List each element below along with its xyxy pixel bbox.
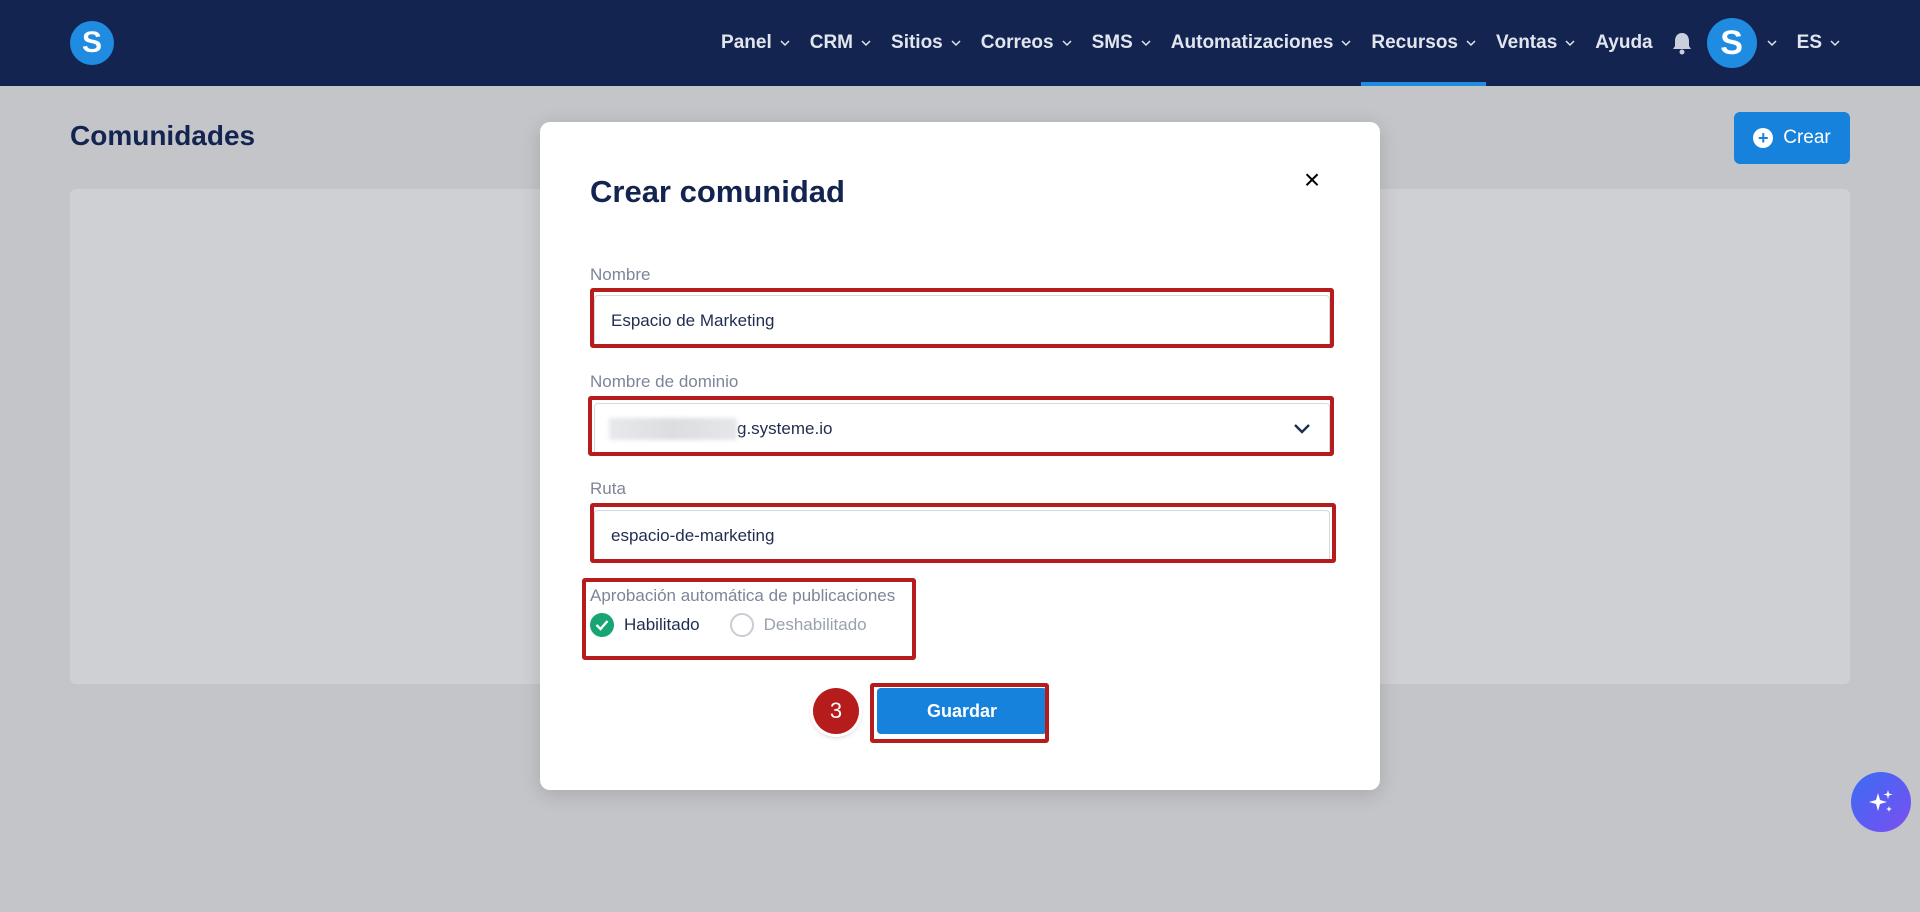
domain-select-value: g.systeme.io	[737, 419, 833, 438]
path-label: Ruta	[590, 479, 626, 498]
chevron-down-icon	[1341, 40, 1351, 47]
chevron-down-icon	[1141, 40, 1151, 47]
page-title: Comunidades	[70, 120, 256, 151]
top-navbar: S Panel CRM Sitios Correos SMS Automatiz…	[0, 0, 1920, 86]
nav-item-recursos[interactable]: Recursos	[1361, 0, 1486, 86]
name-label: Nombre	[590, 265, 651, 284]
chevron-down-icon	[1565, 40, 1575, 47]
path-input[interactable]: espacio-de-marketing	[594, 510, 1330, 562]
nav-item-label: CRM	[809, 32, 854, 53]
save-button[interactable]: Guardar	[877, 688, 1047, 734]
chevron-down-icon	[861, 40, 871, 47]
domain-select[interactable]: g.systeme.io	[594, 403, 1330, 455]
plus-circle-icon: +	[1753, 128, 1774, 148]
language-selector[interactable]: ES	[1787, 0, 1850, 86]
chevron-down-icon	[951, 40, 961, 47]
nav-item-panel[interactable]: Panel	[711, 0, 800, 86]
nav-item-correos[interactable]: Correos	[971, 0, 1082, 86]
modal-title: Crear comunidad	[590, 174, 845, 209]
create-button-label: Crear	[1783, 127, 1831, 148]
create-button[interactable]: + Crear	[1734, 112, 1850, 164]
chevron-down-icon	[1062, 40, 1072, 47]
radio-enabled[interactable]	[590, 613, 614, 637]
nav-item-ayuda[interactable]: Ayuda	[1585, 0, 1662, 86]
nav-item-label: Panel	[721, 32, 772, 53]
nav-item-label: Correos	[980, 32, 1054, 53]
nav-item-label: SMS	[1091, 32, 1133, 53]
radio-disabled[interactable]	[729, 613, 754, 637]
chevron-down-icon	[1294, 424, 1310, 434]
name-input-value: Espacio de Marketing	[611, 311, 775, 330]
step-number-badge: 3	[813, 688, 859, 734]
nav-item-label: Automatizaciones	[1170, 32, 1334, 53]
chevron-down-icon	[1767, 40, 1777, 47]
main-nav: Panel CRM Sitios Correos SMS Automatizac…	[711, 0, 1850, 86]
ai-assistant-button[interactable]	[1851, 772, 1911, 832]
nav-item-label: Ayuda	[1595, 32, 1653, 53]
radio-enabled-label[interactable]: Habilitado	[624, 615, 700, 635]
close-icon[interactable]: ×	[1300, 166, 1324, 194]
chevron-down-icon	[780, 40, 790, 47]
sparkles-icon	[1869, 790, 1893, 812]
nav-item-label: Recursos	[1371, 32, 1458, 53]
redacted-domain	[609, 418, 737, 440]
nav-item-label: Ventas	[1496, 32, 1558, 53]
auto-approval-label: Aprobación automática de publicaciones	[590, 586, 896, 605]
account-menu-toggle[interactable]	[1757, 0, 1787, 86]
nav-item-sitios[interactable]: Sitios	[881, 0, 971, 86]
nav-item-automatizaciones[interactable]: Automatizaciones	[1161, 0, 1362, 86]
path-input-value: espacio-de-marketing	[611, 526, 775, 545]
radio-disabled-label[interactable]: Deshabilitado	[764, 615, 867, 635]
chevron-down-icon	[1830, 40, 1840, 47]
avatar[interactable]: S	[1706, 18, 1757, 68]
nav-item-crm[interactable]: CRM	[800, 0, 881, 86]
nav-item-sms[interactable]: SMS	[1082, 0, 1161, 86]
name-input[interactable]: Espacio de Marketing	[594, 295, 1330, 347]
language-label: ES	[1796, 32, 1822, 53]
chevron-down-icon	[1466, 40, 1476, 47]
nav-item-ventas[interactable]: Ventas	[1486, 0, 1585, 86]
auto-approval-radio-group: Habilitado Deshabilitado	[590, 613, 867, 637]
create-community-modal: Crear comunidad × Nombre Espacio de Mark…	[540, 122, 1380, 790]
checkmark-icon	[595, 620, 609, 631]
domain-label: Nombre de dominio	[590, 372, 739, 391]
app-logo[interactable]: S	[70, 21, 114, 65]
nav-item-label: Sitios	[891, 32, 943, 53]
bell-icon[interactable]	[1671, 31, 1693, 55]
